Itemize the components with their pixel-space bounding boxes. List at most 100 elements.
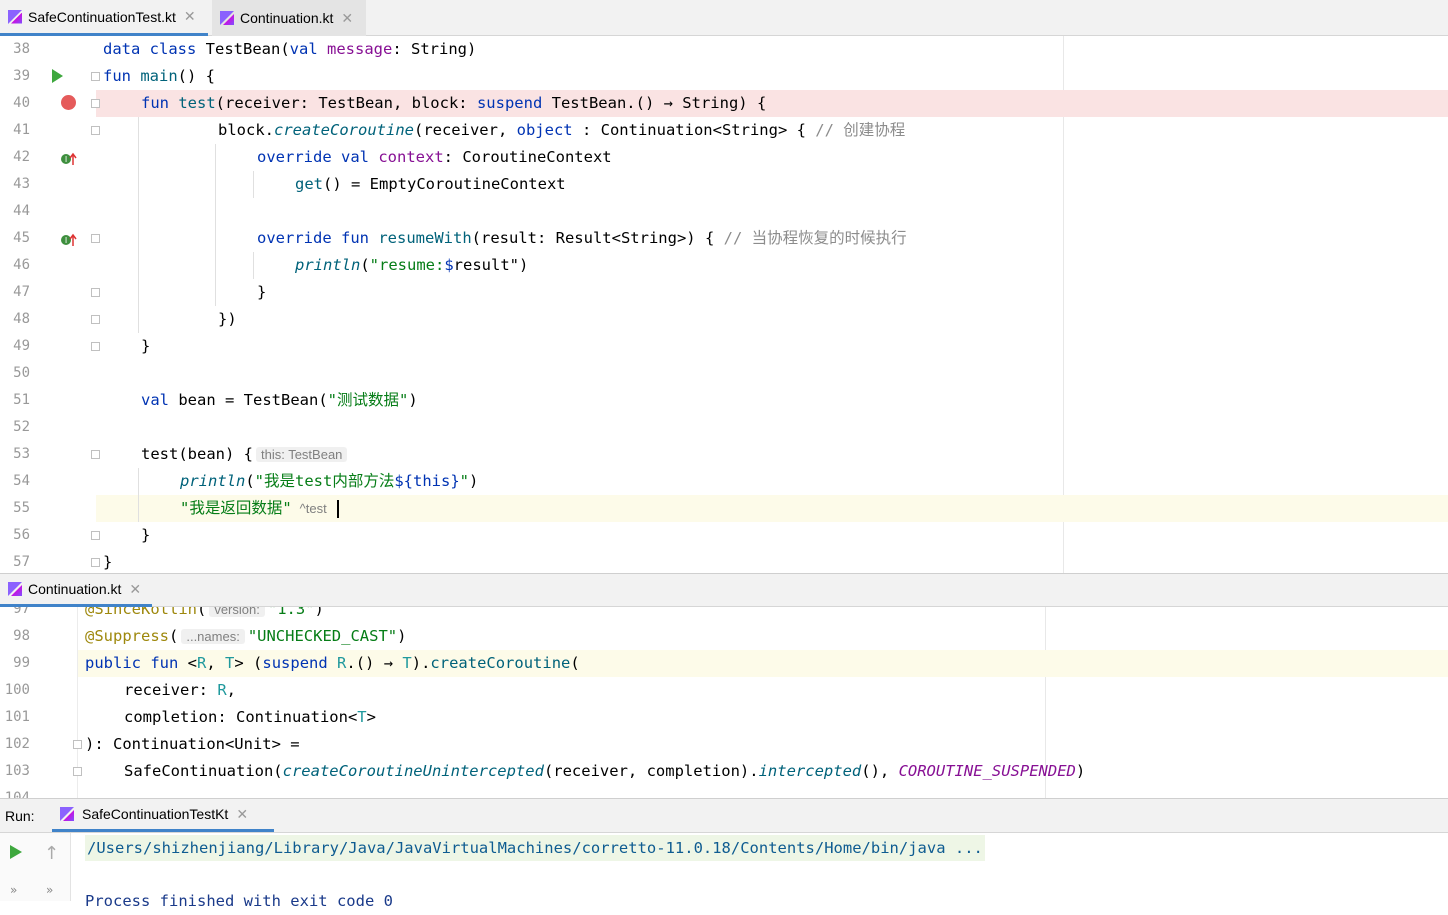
scroll-up-icon[interactable]: ↑: [44, 843, 59, 864]
line-number: 45: [13, 230, 30, 246]
code-line-46: println("resume:$result"): [295, 256, 529, 274]
code-line-45: override fun resumeWith(result: Result<S…: [257, 229, 907, 247]
line-number: 49: [13, 338, 30, 354]
line-number: 48: [13, 311, 30, 327]
run-gutter-icon[interactable]: [52, 69, 63, 83]
console-command-line: /Users/shizhenjiang/Library/Java/JavaVir…: [85, 835, 985, 861]
line-number: 98: [13, 628, 30, 644]
fold-marker[interactable]: [91, 531, 100, 540]
line-number: 103: [4, 763, 30, 779]
tab-label: Continuation.kt: [240, 10, 334, 26]
code-line-48: }): [218, 310, 237, 328]
override-gutter-icon[interactable]: I: [60, 151, 78, 170]
line-number: 100: [4, 682, 30, 698]
line-number: 53: [13, 446, 30, 462]
code-line-98: @Suppress(...names: "UNCHECKED_CAST"): [85, 627, 407, 645]
line-number: 55: [13, 500, 30, 516]
fold-marker[interactable]: [91, 342, 100, 351]
fold-marker[interactable]: [91, 450, 100, 459]
code-line-47: }: [257, 283, 267, 301]
breakpoint-icon[interactable]: [61, 95, 76, 110]
code-line-42: override val context: CoroutineContext: [257, 148, 612, 166]
svg-text:I: I: [65, 236, 67, 245]
line-number: 57: [13, 554, 30, 570]
indent-guide: [253, 252, 254, 279]
code-line-39: fun main() {: [103, 67, 215, 85]
svg-text:I: I: [65, 155, 67, 164]
line-number: 47: [13, 284, 30, 300]
console-exit-line: Process finished with exit code 0: [85, 892, 393, 910]
code-line-97: @SinceKotlin(version: "1.3"): [85, 607, 324, 623]
line-number: 41: [13, 122, 30, 138]
close-icon[interactable]: ✕: [184, 8, 196, 25]
line-number: 51: [13, 392, 30, 408]
fold-marker[interactable]: [91, 126, 100, 135]
editor-tab-bar: SafeContinuationTest.kt ✕ Continuation.k…: [0, 0, 1448, 36]
tab-continuation-split[interactable]: Continuation.kt ✕: [0, 574, 152, 607]
line-number: 104: [4, 790, 30, 798]
line-number: 52: [13, 419, 30, 435]
fold-marker[interactable]: [73, 740, 82, 749]
code-line-57: }: [103, 553, 113, 571]
kotlin-file-icon: [8, 9, 22, 24]
fold-marker[interactable]: [91, 288, 100, 297]
kotlin-file-icon: [60, 807, 74, 821]
tab-label: Continuation.kt: [28, 581, 122, 597]
line-number: 99: [13, 655, 30, 671]
inlay-hint: this: TestBean: [255, 447, 348, 462]
indent-guide: [138, 117, 139, 333]
code-editor-main[interactable]: 38 39 40 41 42 43 44 45 46 47 48 49 50 5…: [0, 36, 1448, 573]
code-line-41: block.createCoroutine(receiver, object :…: [218, 121, 906, 139]
indent-guide: [138, 468, 139, 522]
line-number: 56: [13, 527, 30, 543]
line-number: 50: [13, 365, 30, 381]
code-line-56: }: [141, 526, 151, 544]
run-console[interactable]: ↑ » » /Users/shizhenjiang/Library/Java/J…: [0, 833, 1448, 910]
inlay-hint: version:: [209, 607, 265, 617]
line-number: 42: [13, 149, 30, 165]
close-icon[interactable]: ✕: [236, 806, 248, 823]
indent-guide: [253, 171, 254, 198]
more-actions-icon[interactable]: »: [46, 883, 53, 897]
run-config-label: SafeContinuationTestKt: [82, 806, 229, 822]
line-number: 101: [4, 709, 30, 725]
fold-marker[interactable]: [91, 315, 100, 324]
run-toolbar: ↑ » »: [0, 833, 71, 901]
fold-marker[interactable]: [91, 99, 100, 108]
tab-safecontinuationtest[interactable]: SafeContinuationTest.kt ✕: [0, 0, 208, 36]
close-icon[interactable]: ✕: [341, 10, 353, 27]
line-number: 38: [13, 41, 30, 57]
line-number: 43: [13, 176, 30, 192]
override-gutter-icon[interactable]: I: [60, 232, 78, 251]
code-line-40: fun test(receiver: TestBean, block: susp…: [141, 94, 767, 112]
code-line-49: }: [141, 337, 151, 355]
code-line-54: println("我是test内部方法${this}"): [180, 472, 479, 490]
code-line-102: ): Continuation<Unit> =: [85, 735, 300, 753]
line-number: 39: [13, 68, 30, 84]
code-line-103: SafeContinuation(createCoroutineUninterc…: [124, 762, 1086, 780]
run-label: Run:: [5, 808, 35, 824]
kotlin-file-icon: [8, 582, 22, 596]
inlay-hint: ^test: [299, 501, 327, 516]
split-editor-tab-bar: Continuation.kt ✕: [0, 573, 1448, 607]
code-line-99: public fun <R, T> (suspend R.() → T).cre…: [85, 654, 580, 672]
run-config-tab[interactable]: SafeContinuationTestKt ✕: [52, 799, 274, 832]
indent-guide: [215, 144, 216, 306]
more-actions-icon[interactable]: »: [10, 883, 17, 897]
rerun-icon[interactable]: [10, 845, 22, 859]
code-editor-split[interactable]: 97 98 99 100 101 102 103 104 @SinceKotli…: [0, 607, 1448, 798]
fold-marker[interactable]: [73, 767, 82, 776]
tab-label: SafeContinuationTest.kt: [28, 8, 176, 25]
line-number: 46: [13, 257, 30, 273]
tab-continuation[interactable]: Continuation.kt ✕: [212, 0, 366, 36]
fold-marker[interactable]: [91, 558, 100, 567]
text-caret: [336, 499, 339, 518]
code-line-38: data class TestBean(val message: String): [103, 40, 477, 58]
fold-marker[interactable]: [91, 234, 100, 243]
fold-marker[interactable]: [91, 72, 100, 81]
inlay-hint: ...names:: [181, 629, 245, 644]
line-number: 97: [13, 607, 30, 617]
kotlin-file-icon: [220, 11, 234, 25]
close-icon[interactable]: ✕: [129, 581, 141, 598]
line-number: 40: [13, 95, 30, 111]
